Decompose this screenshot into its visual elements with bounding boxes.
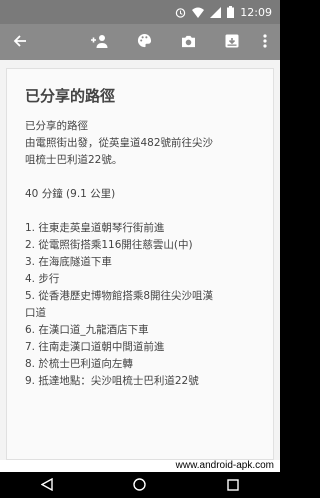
note-title[interactable]: 已分享的路徑 [25, 85, 259, 106]
person-add-icon [91, 33, 109, 52]
wifi-icon [192, 7, 205, 18]
note-line: 4. 步行 [25, 273, 60, 285]
editor-toolbar [0, 24, 280, 60]
more-vert-icon [263, 33, 267, 52]
note-line: 3. 在海底隧道下車 [25, 256, 112, 268]
status-bar: 12:09 [0, 0, 280, 24]
arrow-back-icon [13, 33, 27, 52]
note-line: 6. 在漢口道_九龍酒店下車 [25, 324, 149, 336]
note-line: 5. 從香港歷史博物館搭乘8開往尖沙咀漢 [25, 290, 214, 302]
archive-button[interactable] [210, 24, 254, 60]
add-collaborator-button[interactable] [78, 24, 122, 60]
back-button[interactable] [0, 24, 40, 60]
battery-icon [227, 6, 235, 18]
status-time: 12:09 [240, 5, 272, 19]
nav-home-button[interactable] [120, 472, 160, 498]
camera-icon [181, 33, 196, 52]
watermark-text: www.android-apk.com [0, 460, 280, 472]
note-line: 已分享的路徑 [25, 120, 88, 132]
note-line: 1. 往東走英皇道朝琴行街前進 [25, 222, 165, 234]
note-line: 咀梳士巴利道22號。 [25, 154, 123, 166]
add-image-button[interactable] [166, 24, 210, 60]
circle-home-icon [133, 476, 147, 495]
signal-icon [210, 6, 222, 18]
note-line: 8. 於梳士巴利道向左轉 [25, 358, 133, 370]
archive-icon [225, 33, 239, 52]
triangle-back-icon [40, 476, 53, 495]
square-recents-icon [227, 476, 240, 495]
note-editor: 已分享的路徑 已分享的路徑 由電照街出發，從英皇道482號前往尖沙 咀梳士巴利道… [0, 60, 280, 460]
note-body[interactable]: 已分享的路徑 由電照街出發，從英皇道482號前往尖沙 咀梳士巴利道22號。 40… [25, 118, 259, 390]
note-line: 口道 [25, 307, 46, 319]
note-line: 由電照街出發，從英皇道482號前往尖沙 [25, 137, 214, 149]
note-card[interactable]: 已分享的路徑 已分享的路徑 由電照街出發，從英皇道482號前往尖沙 咀梳士巴利道… [6, 68, 274, 460]
note-line: 2. 從電照街搭乘116開往慈雲山(中) [25, 239, 193, 251]
navigation-bar [0, 472, 280, 498]
more-options-button[interactable] [254, 24, 276, 60]
note-line: 40 分鐘 (9.1 公里) [25, 188, 116, 200]
note-line: 9. 抵達地點：尖沙咀梳士巴利道22號 [25, 375, 199, 387]
nav-back-button[interactable] [27, 472, 67, 498]
note-line: 7. 往南走漢口道朝中間道前進 [25, 341, 165, 353]
palette-icon [137, 33, 152, 52]
nav-recents-button[interactable] [213, 472, 253, 498]
alarm-icon [175, 7, 186, 18]
color-button[interactable] [122, 24, 166, 60]
